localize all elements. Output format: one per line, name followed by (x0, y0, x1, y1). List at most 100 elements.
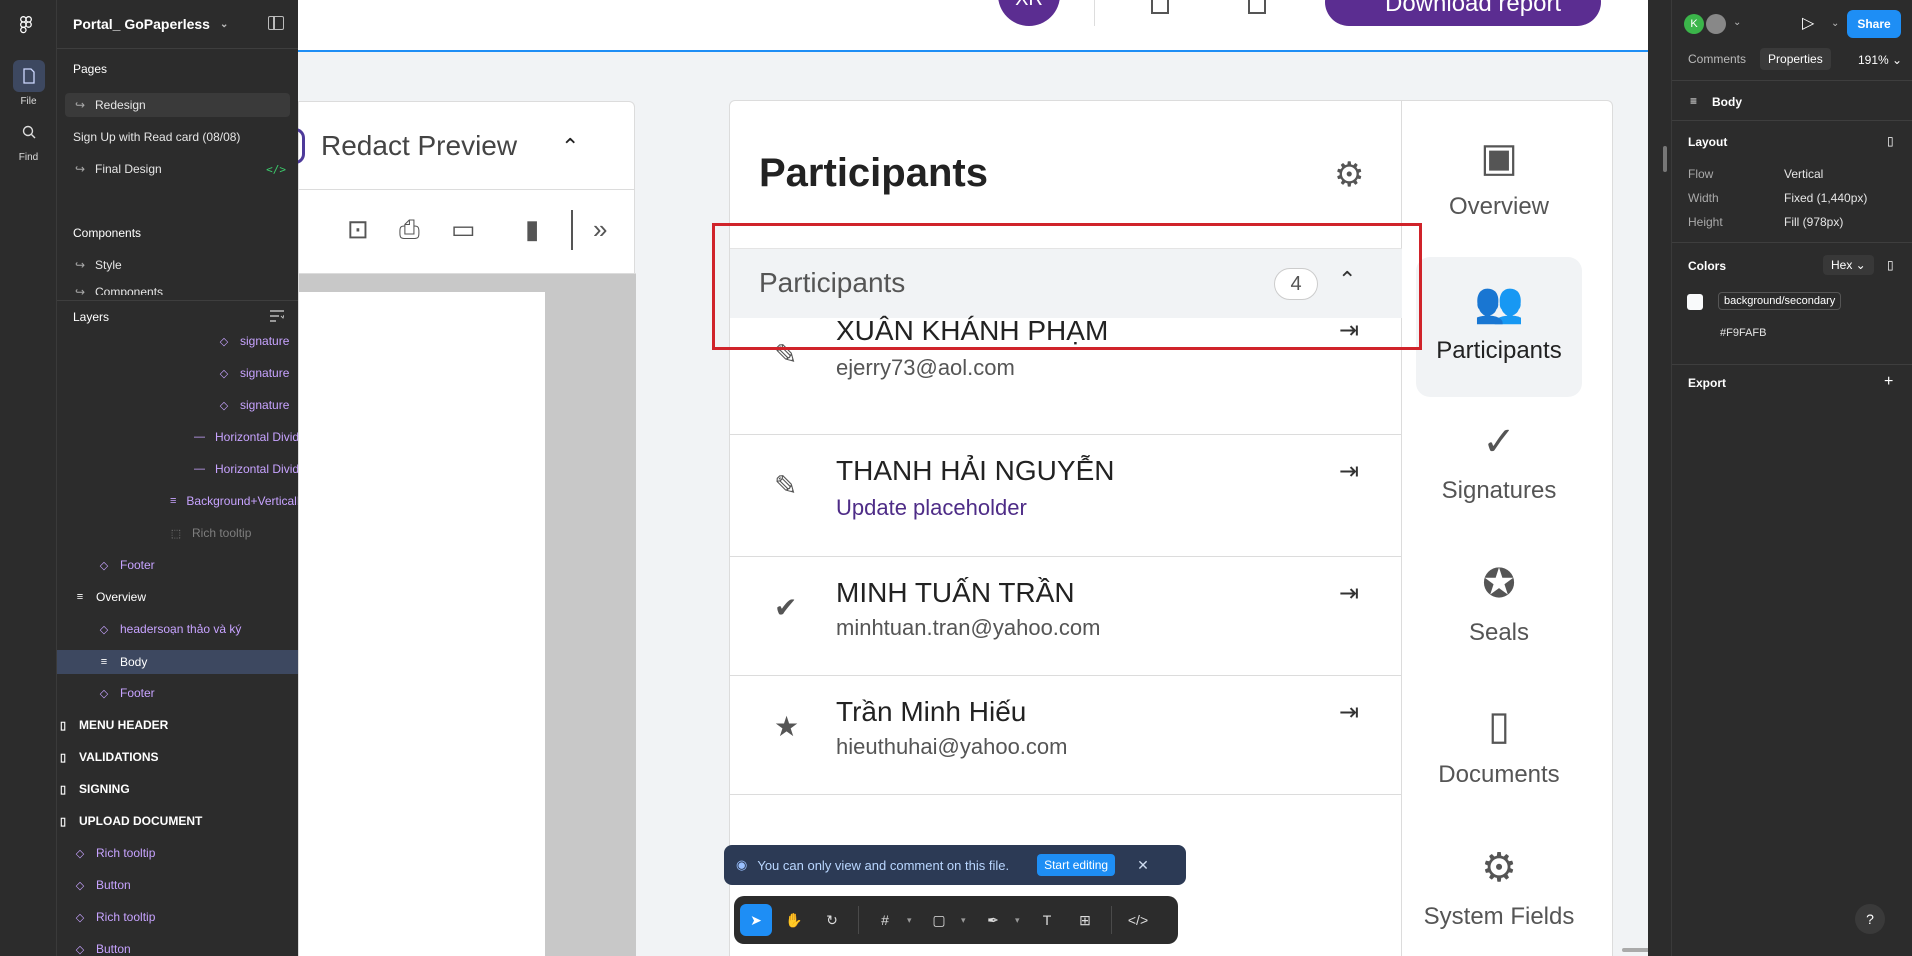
help-button[interactable]: ? (1855, 904, 1885, 934)
avatar: XR (998, 0, 1060, 26)
flow-value: Vertical (1784, 167, 1824, 181)
component-instance-icon: ◇ (75, 943, 85, 956)
page-item-components[interactable]: ↪ Components (65, 285, 290, 295)
dev-mode-icon[interactable]: </> (1122, 904, 1154, 936)
layer-button[interactable]: ◇ Button (74, 933, 131, 956)
redact-preview-header: Redact Preview ⌃ (298, 102, 634, 190)
divider (858, 906, 859, 934)
clipboard-icon[interactable]: ▯ (1887, 258, 1894, 272)
layer-label: UPLOAD DOCUMENT (79, 814, 203, 828)
layer-horizontal-divider[interactable]: — Horizontal Divider (194, 453, 298, 485)
width-label: Width (1688, 191, 1719, 205)
layer-header[interactable]: ◇ headersoạn thảo và ký (98, 613, 242, 645)
plus-icon[interactable]: + (1884, 373, 1893, 391)
start-editing-button[interactable]: Start editing (1037, 854, 1116, 876)
layer-signing[interactable]: ▯ SIGNING (57, 773, 130, 805)
pen-tool-icon[interactable]: ✒ (977, 904, 1009, 936)
layer-menu-header[interactable]: ▯ MENU HEADER (57, 709, 168, 741)
participant-row: ✎ THANH HẢI NGUYỄN Update placeholder ⇥ (730, 435, 1402, 557)
award-icon: ✪ (1482, 562, 1516, 606)
layer-validations[interactable]: ▯ VALIDATIONS (57, 741, 159, 773)
layer-rich-tooltip[interactable]: ⬚ Rich tooltip (170, 517, 252, 549)
layer-label: signature (240, 366, 290, 380)
layer-label: MENU HEADER (79, 718, 169, 732)
layer-label: VALIDATIONS (79, 750, 159, 764)
color-mode-select[interactable]: Hex ⌄ (1823, 255, 1874, 275)
find-tool[interactable]: Find (0, 116, 57, 163)
height-label: Height (1688, 215, 1723, 229)
figma-menu-icon[interactable] (20, 16, 32, 39)
page-item-redesign[interactable]: ↪ Redesign (65, 93, 290, 117)
redact-preview-panel: Redact Preview ⌃ ⊡ ⎙ ▭ ▮ » (298, 101, 636, 956)
design-canvas[interactable]: XR Download report Redact Preview ⌃ ⊡ ⎙ … (298, 0, 1648, 956)
component-instance-icon: ◇ (75, 879, 85, 892)
layer-body-selected[interactable]: ≡ Body (57, 650, 298, 674)
layer-footer[interactable]: ◇ Footer (98, 677, 155, 709)
layer-background-verticalborder[interactable]: ≡ Background+VerticalBorder (170, 485, 298, 517)
scroll-indicator (1622, 948, 1648, 952)
link-arrow-icon: ↪ (74, 258, 86, 272)
zoom-level[interactable]: 191% ⌄ (1858, 53, 1902, 67)
clipboard-icon[interactable]: ▯ (1887, 134, 1894, 148)
layer-label: Horizontal Divider (215, 462, 298, 476)
upload-icon (1248, 0, 1266, 14)
scroll-handle[interactable] (1663, 146, 1667, 172)
avatar[interactable] (1706, 14, 1726, 34)
notice-text: You can only view and comment on this fi… (757, 857, 1010, 873)
layer-footer[interactable]: ◇ Footer (98, 549, 155, 581)
tab-properties[interactable]: Properties (1760, 48, 1831, 70)
chevron-down-icon[interactable]: ▾ (907, 915, 917, 926)
side-nav-participants: 👥 Participants (1416, 257, 1582, 397)
find-tool-label: Find (18, 152, 39, 163)
chevron-down-icon[interactable]: ⌄ (1831, 18, 1839, 29)
file-icon (12, 60, 45, 92)
comment-tool-icon[interactable]: ↻ (816, 904, 848, 936)
layer-horizontal-divider[interactable]: — Horizontal Divider (194, 421, 298, 453)
frame-tool-icon[interactable]: # (869, 904, 901, 936)
users-icon: 👥 (1474, 281, 1524, 325)
color-swatch[interactable] (1687, 294, 1703, 310)
sidebar-toggle-icon[interactable] (268, 16, 284, 30)
layer-label: Button (96, 878, 131, 892)
chevron-down-icon[interactable]: ▾ (961, 915, 971, 926)
page-item-signup[interactable]: Sign Up with Read card (08/08) (65, 125, 290, 149)
file-tool[interactable]: File (0, 60, 57, 107)
layer-signature[interactable]: ◇ signature (218, 357, 290, 389)
layer-button[interactable]: ◇ Button (74, 869, 131, 901)
divider (1672, 80, 1912, 81)
color-token[interactable]: background/secondary (1718, 292, 1842, 310)
dev-mode-icon: </> (266, 162, 286, 176)
chevron-down-icon[interactable]: ⌄ (1733, 17, 1741, 28)
page-label: Style (95, 258, 122, 272)
rectangle-tool-icon[interactable]: ▢ (923, 904, 955, 936)
move-tool-icon[interactable]: ➤ (740, 904, 772, 936)
hand-tool-icon[interactable]: ✋ (778, 904, 810, 936)
layer-signature[interactable]: ◇ signature (218, 389, 290, 421)
project-name-menu[interactable]: Portal_ GoPaperless ⌄ (73, 16, 228, 32)
avatar[interactable]: K (1684, 14, 1704, 34)
layer-rich-tooltip[interactable]: ◇ Rich tooltip (74, 901, 156, 933)
side-nav-seals: ✪ Seals (1416, 539, 1582, 679)
play-icon[interactable]: ▷ (1802, 13, 1814, 33)
resources-tool-icon[interactable]: ⊞ (1069, 904, 1101, 936)
chevron-down-icon: ⌄ (219, 18, 229, 30)
participant-name: THANH HẢI NGUYỄN (836, 455, 1115, 486)
participant-row: ✔ MINH TUẤN TRẦN minhtuan.tran@yahoo.com… (730, 557, 1402, 676)
bottom-toolbar: ➤ ✋ ↻ # ▾ ▢ ▾ ✒ ▾ T ⊞ </> (734, 896, 1178, 944)
share-button[interactable]: Share (1847, 10, 1901, 38)
layer-rich-tooltip[interactable]: ◇ Rich tooltip (74, 837, 156, 869)
arrow-to-line-icon: ⇥ (1339, 699, 1360, 726)
text-tool-icon[interactable]: T (1031, 904, 1063, 936)
tab-comments[interactable]: Comments (1688, 52, 1746, 70)
layers-filter-icon[interactable] (270, 310, 284, 322)
arrow-to-line-icon: ⇥ (1339, 458, 1360, 485)
page-item-style[interactable]: ↪ Style (65, 253, 290, 277)
layer-overview[interactable]: ≡ Overview (74, 581, 146, 613)
user-check-icon: ✔ (774, 592, 798, 623)
page-item-final-design[interactable]: ↪ Final Design </> (65, 157, 290, 181)
layer-signature[interactable]: ◇ signature (218, 325, 290, 357)
chevron-down-icon[interactable]: ▾ (1015, 915, 1025, 926)
close-icon[interactable]: ✕ (1137, 857, 1149, 874)
layer-upload-document[interactable]: ▯ UPLOAD DOCUMENT (57, 805, 202, 837)
layer-label: signature (240, 334, 290, 348)
